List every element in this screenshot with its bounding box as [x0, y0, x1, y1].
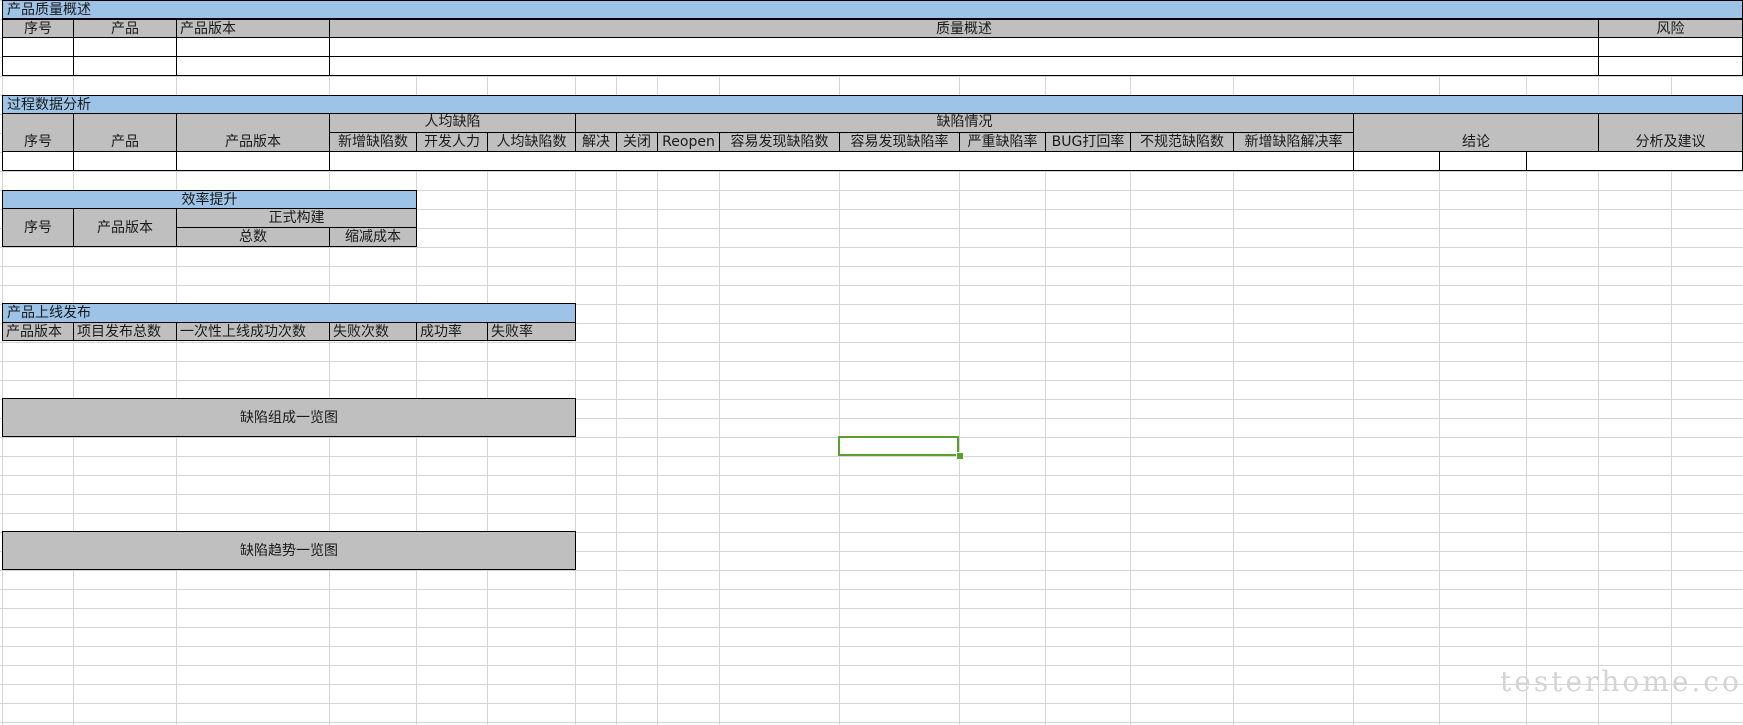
- header-seq[interactable]: 序号: [2, 208, 74, 247]
- table-cell[interactable]: [176, 37, 330, 57]
- table-cell[interactable]: [1598, 56, 1743, 76]
- table-cell[interactable]: [73, 56, 177, 76]
- table-cell[interactable]: [176, 56, 330, 76]
- watermark: testerhome.com: [1500, 665, 1743, 698]
- header-per-capita-defects[interactable]: 人均缺陷数: [487, 132, 576, 152]
- table-cell[interactable]: [329, 56, 1599, 76]
- header-severe-defect-rate[interactable]: 严重缺陷率: [959, 132, 1046, 152]
- header-easy-found-rate[interactable]: 容易发现缺陷率: [839, 132, 960, 152]
- section-title-efficiency[interactable]: 效率提升: [2, 190, 417, 209]
- header-product-version[interactable]: 产品版本: [176, 19, 330, 38]
- header-first-time-success[interactable]: 一次性上线成功次数: [176, 322, 330, 341]
- header-product-version[interactable]: 产品版本: [176, 113, 330, 152]
- table-cell[interactable]: [329, 151, 1355, 171]
- header-group-formal-build[interactable]: 正式构建: [176, 208, 417, 228]
- header-success-rate[interactable]: 成功率: [416, 322, 488, 341]
- table-cell[interactable]: [73, 151, 177, 171]
- section-title-quality-overview[interactable]: 产品质量概述: [2, 0, 1743, 19]
- table-cell[interactable]: [1439, 151, 1527, 171]
- section-title-release[interactable]: 产品上线发布: [2, 303, 576, 323]
- chart-title-defect-composition[interactable]: 缺陷组成一览图: [2, 398, 576, 437]
- fill-handle[interactable]: [956, 452, 964, 460]
- table-cell[interactable]: [2, 37, 74, 57]
- header-group-per-capita-defects[interactable]: 人均缺陷: [329, 113, 576, 133]
- table-cell[interactable]: [73, 37, 177, 57]
- header-reopen[interactable]: Reopen: [657, 132, 720, 152]
- header-failure-rate[interactable]: 失败率: [487, 322, 576, 341]
- header-product-version[interactable]: 产品版本: [73, 208, 177, 247]
- header-seq[interactable]: 序号: [2, 19, 74, 38]
- header-cost-reduction[interactable]: 缩减成本: [329, 227, 417, 247]
- header-new-defects[interactable]: 新增缺陷数: [329, 132, 417, 152]
- header-new-defect-resolve-rate[interactable]: 新增缺陷解决率: [1233, 132, 1354, 152]
- header-total-releases[interactable]: 项目发布总数: [73, 322, 177, 341]
- table-cell[interactable]: [1526, 151, 1743, 171]
- header-conclusion[interactable]: 结论: [1353, 113, 1599, 152]
- header-product-version[interactable]: 产品版本: [2, 322, 74, 341]
- header-closed[interactable]: 关闭: [616, 132, 658, 152]
- header-group-defect-status[interactable]: 缺陷情况: [575, 113, 1354, 133]
- header-seq[interactable]: 序号: [2, 113, 74, 152]
- header-total[interactable]: 总数: [176, 227, 330, 247]
- header-analysis-suggestion[interactable]: 分析及建议: [1598, 113, 1743, 152]
- chart-title-defect-trend[interactable]: 缺陷趋势一览图: [2, 531, 576, 570]
- header-bug-return-rate[interactable]: BUG打回率: [1045, 132, 1131, 152]
- table-cell[interactable]: [329, 37, 1599, 57]
- header-nonstandard-defects[interactable]: 不规范缺陷数: [1130, 132, 1234, 152]
- header-easy-found-defects[interactable]: 容易发现缺陷数: [719, 132, 840, 152]
- header-product[interactable]: 产品: [73, 113, 177, 152]
- header-quality-overview[interactable]: 质量概述: [329, 19, 1599, 38]
- header-failures[interactable]: 失败次数: [329, 322, 417, 341]
- section-title-process-analysis[interactable]: 过程数据分析: [2, 95, 1743, 114]
- table-cell[interactable]: [2, 56, 74, 76]
- table-cell[interactable]: [1598, 37, 1743, 57]
- table-cell[interactable]: [1353, 151, 1440, 171]
- table-cell[interactable]: [176, 151, 330, 171]
- header-risk[interactable]: 风险: [1598, 19, 1743, 38]
- header-dev-manpower[interactable]: 开发人力: [416, 132, 488, 152]
- header-product[interactable]: 产品: [73, 19, 177, 38]
- active-cell-selection[interactable]: [838, 436, 959, 456]
- table-cell[interactable]: [2, 151, 74, 171]
- header-resolved[interactable]: 解决: [575, 132, 617, 152]
